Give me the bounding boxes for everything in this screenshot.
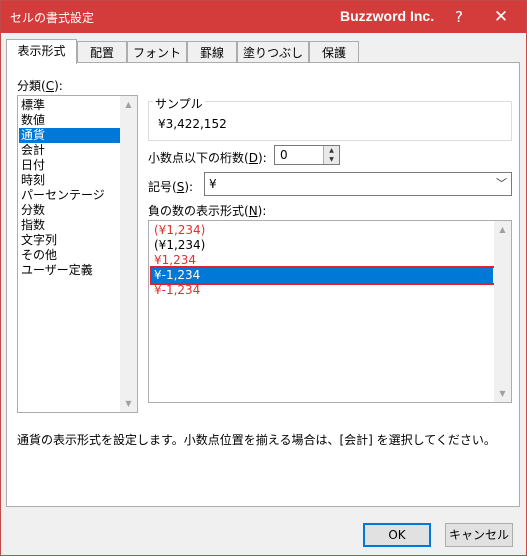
category-label-text: 分類(: [17, 79, 46, 93]
negative-option-paren-red[interactable]: (¥1,234): [152, 223, 493, 238]
decimal-label-accesskey: D: [248, 151, 258, 165]
category-item-currency[interactable]: 通貨: [19, 128, 121, 143]
category-item-time[interactable]: 時刻: [19, 173, 121, 188]
scroll-up-icon[interactable]: ▲: [494, 221, 511, 238]
category-item-special[interactable]: その他: [19, 248, 121, 263]
tab-protection[interactable]: 保護: [309, 41, 359, 63]
format-description: 通貨の表示形式を設定します。小数点位置を揃える場合は、[会計] を選択してくださ…: [17, 433, 496, 447]
negative-label-accesskey: N: [248, 204, 258, 218]
negative-label-suffix: ):: [257, 204, 267, 218]
tab-border[interactable]: 罫線: [187, 41, 237, 63]
decimal-places-stepper[interactable]: 0 ▲ ▼: [274, 145, 340, 165]
category-label-suffix: ):: [54, 79, 63, 93]
tab-font[interactable]: フォント: [127, 41, 187, 63]
negative-numbers-list[interactable]: (¥1,234) (¥1,234) ¥1,234 ¥-1,234 ¥-1,234…: [148, 220, 512, 403]
scroll-down-icon[interactable]: ▼: [120, 395, 137, 412]
category-scrollbar[interactable]: ▲ ▼: [120, 96, 137, 412]
sample-label: サンプル: [153, 95, 205, 112]
title-bar[interactable]: セルの書式設定 Buzzword Inc. ? ✕: [1, 1, 526, 33]
symbol-label-text: 記号(: [148, 180, 177, 194]
category-item-fraction[interactable]: 分数: [19, 203, 121, 218]
category-list[interactable]: 標準 数値 通貨 会計 日付 時刻 パーセンテージ 分数 指数 文字列 その他 …: [17, 95, 138, 413]
tab-fill[interactable]: 塗りつぶし: [237, 41, 309, 63]
negative-option-minus-red[interactable]: ¥-1,234: [152, 283, 493, 298]
help-button[interactable]: ?: [439, 1, 479, 33]
category-item-text[interactable]: 文字列: [19, 233, 121, 248]
category-item-accounting[interactable]: 会計: [19, 143, 121, 158]
spin-down-icon[interactable]: ▼: [323, 155, 339, 164]
symbol-label: 記号(S):: [148, 178, 193, 195]
negative-list-scrollbar[interactable]: ▲ ▼: [494, 221, 511, 402]
category-item-percentage[interactable]: パーセンテージ: [19, 188, 121, 203]
chevron-down-icon[interactable]: ﹀: [492, 173, 511, 195]
decimal-label-suffix: ):: [257, 151, 267, 165]
decimal-label-text: 小数点以下の桁数(: [148, 151, 249, 165]
symbol-label-suffix: ):: [184, 180, 194, 194]
symbol-value: ¥: [209, 177, 217, 191]
cancel-button[interactable]: キャンセル: [445, 523, 513, 547]
category-item-number[interactable]: 数値: [19, 113, 121, 128]
category-item-date[interactable]: 日付: [19, 158, 121, 173]
category-label-accesskey: C: [45, 79, 55, 93]
brand-label: Buzzword Inc.: [340, 8, 435, 24]
negative-label-text: 負の数の表示形式(: [148, 204, 249, 218]
ok-button[interactable]: OK: [363, 523, 431, 547]
negative-option-paren[interactable]: (¥1,234): [152, 238, 493, 253]
tab-number-format[interactable]: 表示形式: [6, 39, 77, 64]
scroll-up-icon[interactable]: ▲: [120, 96, 137, 113]
category-label: 分類(C):: [17, 77, 63, 94]
spin-up-icon[interactable]: ▲: [323, 146, 339, 155]
scroll-down-icon[interactable]: ▼: [494, 385, 511, 402]
decimal-places-value[interactable]: 0: [280, 148, 288, 162]
category-item-scientific[interactable]: 指数: [19, 218, 121, 233]
negative-numbers-label: 負の数の表示形式(N):: [148, 202, 266, 219]
symbol-dropdown[interactable]: ¥ ﹀: [204, 172, 512, 196]
close-button[interactable]: ✕: [481, 1, 521, 33]
category-item-general[interactable]: 標準: [19, 98, 121, 113]
category-item-custom[interactable]: ユーザー定義: [19, 263, 121, 278]
tab-alignment[interactable]: 配置: [77, 41, 127, 63]
decimal-places-label: 小数点以下の桁数(D):: [148, 149, 267, 166]
dialog-title: セルの書式設定: [10, 11, 95, 25]
highlight-frame: [150, 266, 496, 285]
sample-value: ¥3,422,152: [158, 117, 227, 131]
format-cells-dialog: セルの書式設定 Buzzword Inc. ? ✕ 表示形式 配置 フォント 罫…: [0, 0, 527, 556]
